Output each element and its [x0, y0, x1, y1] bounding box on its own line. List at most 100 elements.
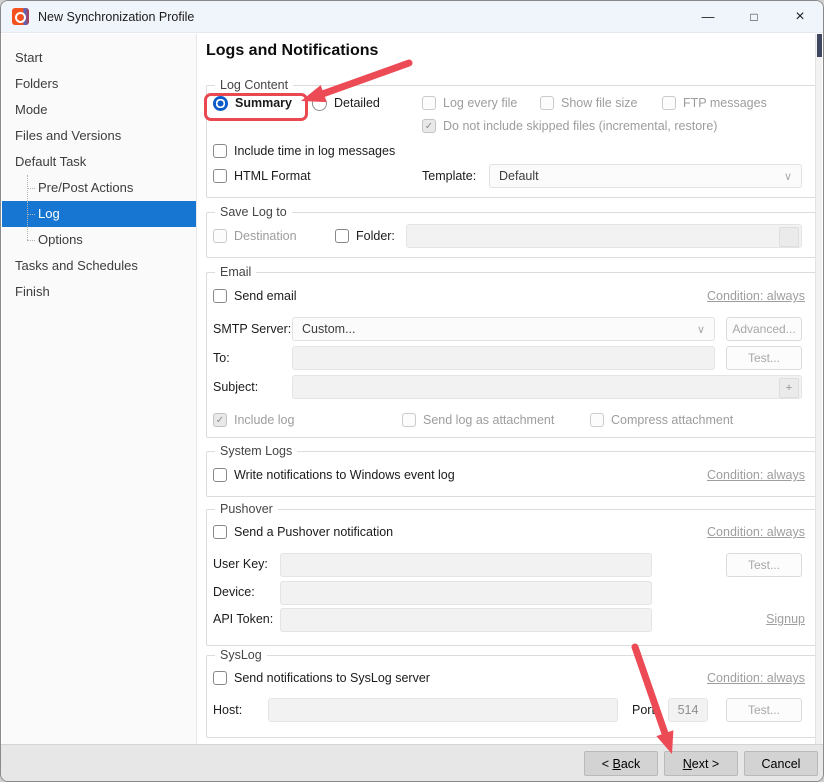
port-label: Port:: [632, 703, 658, 717]
email-group-label: Email: [215, 265, 256, 279]
detailed-radio[interactable]: Detailed: [312, 95, 380, 111]
api-token-input[interactable]: [280, 608, 652, 632]
send-syslog-checkbox[interactable]: Send notifications to SysLog server: [213, 670, 430, 686]
subject-input[interactable]: +: [292, 375, 802, 399]
checkbox-icon: [213, 671, 227, 685]
next-button[interactable]: Next >: [664, 751, 738, 776]
host-input[interactable]: [268, 698, 618, 722]
folder-checkbox[interactable]: Folder:: [335, 228, 395, 244]
include-log-checkbox[interactable]: ✓ Include log: [213, 412, 294, 428]
destination-checkbox[interactable]: Destination: [213, 228, 297, 244]
app-icon: [12, 8, 29, 25]
radio-off-icon: [312, 96, 327, 111]
host-label: Host:: [213, 703, 242, 717]
radio-on-icon: [213, 96, 228, 111]
checkbox-icon: [422, 96, 436, 110]
checkbox-icon: [213, 169, 227, 183]
checkbox-icon: [402, 413, 416, 427]
device-input[interactable]: [280, 581, 652, 605]
syslog-condition-link[interactable]: Condition: always: [707, 671, 805, 685]
subject-label: Subject:: [213, 380, 258, 394]
window-controls: — □ ×: [685, 1, 823, 33]
email-condition-link[interactable]: Condition: always: [707, 289, 805, 303]
sidebar-item-options[interactable]: Options: [2, 227, 196, 253]
send-email-checkbox[interactable]: Send email: [213, 288, 297, 304]
send-pushover-checkbox[interactable]: Send a Pushover notification: [213, 524, 393, 540]
checkbox-icon: [213, 144, 227, 158]
checkbox-checked-icon: ✓: [213, 413, 227, 427]
checkbox-icon: [213, 468, 227, 482]
browse-folder-button[interactable]: [779, 227, 799, 247]
system-logs-group: System Logs Write notifications to Windo…: [206, 451, 816, 497]
send-log-as-attachment-checkbox[interactable]: Send log as attachment: [402, 412, 554, 428]
pushover-condition-link[interactable]: Condition: always: [707, 525, 805, 539]
vertical-scrollbar[interactable]: [815, 34, 822, 744]
port-input[interactable]: 514: [668, 698, 708, 722]
new-sync-profile-dialog: New Synchronization Profile — □ × Start …: [0, 0, 824, 782]
ftp-messages-checkbox[interactable]: FTP messages: [662, 95, 767, 111]
advanced-button[interactable]: Advanced...: [726, 317, 802, 341]
sidebar-item-pre-post-actions[interactable]: Pre/Post Actions: [2, 175, 196, 201]
back-button[interactable]: < Back: [584, 751, 658, 776]
write-event-log-checkbox[interactable]: Write notifications to Windows event log: [213, 467, 455, 483]
syslog-test-button[interactable]: Test...: [726, 698, 802, 722]
checkbox-checked-icon: ✓: [422, 119, 436, 133]
chevron-down-icon: ∨: [784, 170, 792, 183]
minimize-button[interactable]: —: [685, 1, 731, 33]
include-time-checkbox[interactable]: Include time in log messages: [213, 143, 395, 159]
user-key-label: User Key:: [213, 557, 268, 571]
system-logs-condition-link[interactable]: Condition: always: [707, 468, 805, 482]
pushover-group-label: Pushover: [215, 502, 278, 516]
folder-path-input[interactable]: [406, 224, 802, 248]
main-panel: Logs and Notifications Log Content Summa…: [197, 34, 823, 744]
checkbox-icon: [213, 525, 227, 539]
maximize-button[interactable]: □: [731, 1, 777, 33]
sidebar-item-mode[interactable]: Mode: [2, 97, 196, 123]
html-format-checkbox[interactable]: HTML Format: [213, 168, 311, 184]
checkbox-icon: [213, 289, 227, 303]
to-input[interactable]: [292, 346, 715, 370]
checkbox-icon: [335, 229, 349, 243]
log-content-group: Log Content Summary Detailed Log every f…: [206, 85, 816, 198]
footer-bar: < Back Next > Cancel: [1, 744, 823, 781]
api-token-label: API Token:: [213, 612, 273, 626]
smtp-server-dropdown[interactable]: Custom... ∨: [292, 317, 715, 341]
signup-link[interactable]: Signup: [766, 612, 805, 626]
skipped-files-checkbox[interactable]: ✓ Do not include skipped files (incremen…: [422, 118, 717, 134]
sidebar-item-tasks-and-schedules[interactable]: Tasks and Schedules: [2, 253, 196, 279]
close-button[interactable]: ×: [777, 1, 823, 33]
to-label: To:: [213, 351, 230, 365]
smtp-server-label: SMTP Server:: [213, 322, 291, 336]
pushover-test-button[interactable]: Test...: [726, 553, 802, 577]
summary-radio[interactable]: Summary: [213, 95, 292, 111]
log-content-group-label: Log Content: [215, 78, 293, 92]
log-every-file-checkbox[interactable]: Log every file: [422, 95, 517, 111]
compress-attachment-checkbox[interactable]: Compress attachment: [590, 412, 733, 428]
syslog-group-label: SysLog: [215, 648, 267, 662]
page-title: Logs and Notifications: [206, 42, 378, 60]
cancel-button[interactable]: Cancel: [744, 751, 818, 776]
template-dropdown[interactable]: Default ∨: [489, 164, 802, 188]
sidebar-item-start[interactable]: Start: [2, 45, 196, 71]
checkbox-icon: [590, 413, 604, 427]
window-title: New Synchronization Profile: [38, 10, 194, 24]
sidebar-item-folders[interactable]: Folders: [2, 71, 196, 97]
save-log-to-group: Save Log to Destination Folder:: [206, 212, 816, 258]
pushover-group: Pushover Send a Pushover notification Co…: [206, 509, 816, 646]
subject-variables-button[interactable]: +: [779, 378, 799, 398]
scrollbar-thumb[interactable]: [817, 34, 822, 57]
checkbox-icon: [213, 229, 227, 243]
system-logs-group-label: System Logs: [215, 444, 297, 458]
save-log-to-group-label: Save Log to: [215, 205, 292, 219]
user-key-input[interactable]: [280, 553, 652, 577]
title-bar: New Synchronization Profile — □ ×: [1, 1, 823, 33]
sidebar-item-files-and-versions[interactable]: Files and Versions: [2, 123, 196, 149]
sidebar-item-log[interactable]: Log: [2, 201, 196, 227]
checkbox-icon: [540, 96, 554, 110]
sidebar-item-finish[interactable]: Finish: [2, 279, 196, 305]
checkbox-icon: [662, 96, 676, 110]
syslog-group: SysLog Send notifications to SysLog serv…: [206, 655, 816, 738]
sidebar-item-default-task[interactable]: Default Task: [2, 149, 196, 175]
email-test-button[interactable]: Test...: [726, 346, 802, 370]
show-file-size-checkbox[interactable]: Show file size: [540, 95, 637, 111]
